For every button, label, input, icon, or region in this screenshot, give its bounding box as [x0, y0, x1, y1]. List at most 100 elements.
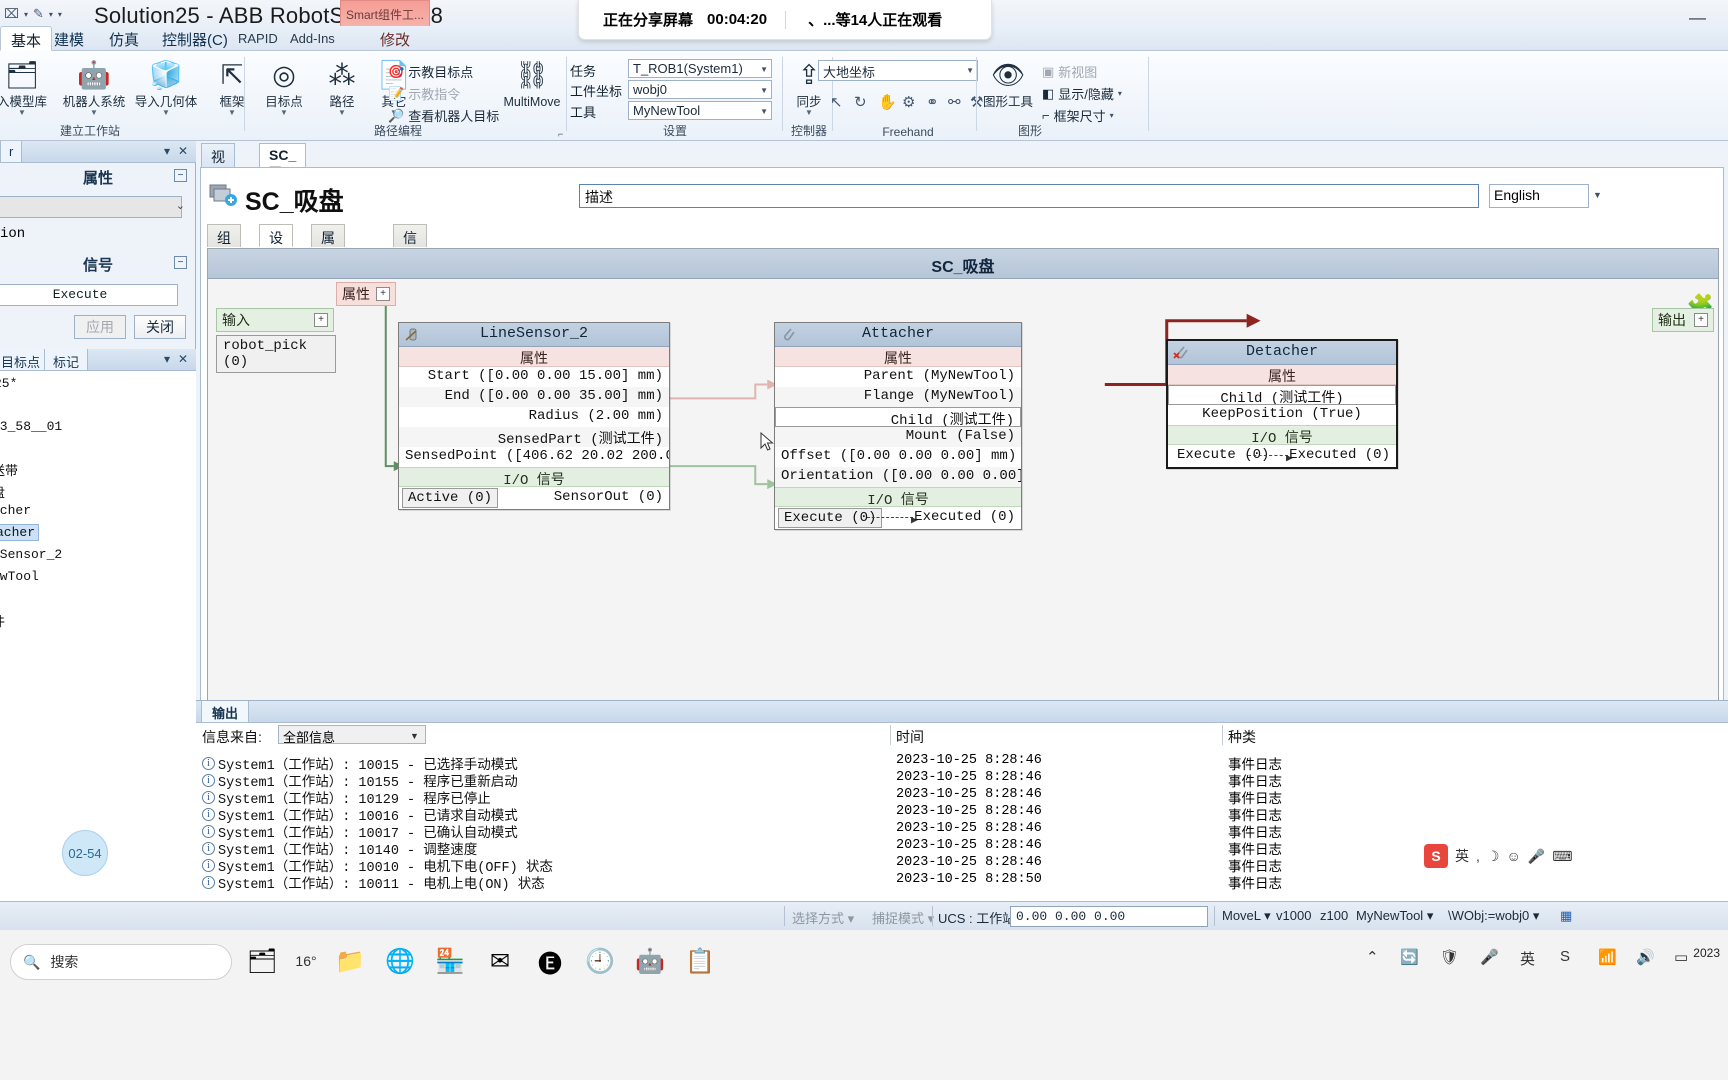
status-motion-type[interactable]: MoveL ▾	[1222, 908, 1271, 924]
tree-item[interactable]: 件	[0, 611, 5, 630]
chevron-down-icon[interactable]: ▾	[24, 10, 28, 19]
design-canvas[interactable]: SC_吸盘 🧩 属性 + 输入 + robot_pick (0) 输出 + Li…	[207, 248, 1719, 768]
add-property-button[interactable]: +	[376, 287, 390, 301]
tree-item[interactable]: ewTool	[0, 569, 39, 584]
node-property-end[interactable]: End ([0.00 0.00 35.00] mm)	[399, 387, 669, 407]
search-input[interactable]: 🔍 搜索	[10, 944, 232, 980]
ime-moon-icon[interactable]: ☽	[1487, 848, 1500, 865]
dialog-launcher-icon[interactable]: ⌐	[558, 129, 563, 139]
tab-kongzhiqi[interactable]: 控制器(C)	[152, 26, 238, 51]
weather-icon[interactable]: 16°	[284, 940, 328, 982]
tab-rapid[interactable]: RAPID	[228, 26, 288, 51]
sogou-icon[interactable]: S	[1560, 948, 1570, 965]
io-output-executed[interactable]: Executed (0)	[914, 509, 1015, 525]
status-zone[interactable]: z100	[1320, 908, 1348, 923]
combo-workobject[interactable]: wobj0 ▼	[628, 80, 772, 99]
button-import-library[interactable]: 🗂 入模型库 ▼	[0, 55, 58, 117]
save-icon[interactable]: ⌧	[4, 6, 19, 22]
notes-icon[interactable]: 📋	[678, 940, 722, 982]
undo-icon[interactable]: ✎	[33, 6, 44, 22]
battery-icon[interactable]: ▭	[1674, 948, 1688, 966]
floating-timer[interactable]: 02-54	[62, 830, 108, 876]
output-tab[interactable]: 输出	[201, 701, 250, 723]
node-property-keepposition[interactable]: KeepPosition (True)	[1168, 405, 1396, 425]
node-property-flange[interactable]: Flange (MyNewTool)	[775, 387, 1021, 407]
customize-icon[interactable]: ▾	[58, 10, 62, 19]
ime-emoji-icon[interactable]: ☺	[1506, 848, 1520, 864]
outputs-pill[interactable]: 输出 +	[1652, 308, 1714, 332]
ime-label[interactable]: 英	[1455, 846, 1469, 866]
chevron-down-icon[interactable]: ▾	[848, 911, 855, 926]
clock-icon[interactable]: 🕘	[578, 940, 622, 982]
sc-tab-design[interactable]: 设计	[259, 224, 293, 266]
hand-icon[interactable]: ✋	[878, 93, 897, 111]
tree-item[interactable]: eSensor_2	[0, 547, 62, 562]
chevron-down-icon[interactable]: ▾	[1110, 111, 1114, 120]
panel-menu-icon[interactable]: ▾	[164, 352, 170, 366]
chevron-down-icon[interactable]: ▾	[1118, 89, 1122, 98]
node-property-start[interactable]: Start ([0.00 0.00 15.00] mm)	[399, 367, 669, 387]
chevron-down-icon[interactable]: ▼	[130, 109, 202, 117]
button-import-geometry[interactable]: 🧊 导入几何体 ▼	[130, 55, 202, 117]
node-io-row[interactable]: Execute (0) ▶ Executed (0)	[775, 507, 1021, 529]
jog-reorient-icon[interactable]: ⚯	[948, 93, 961, 111]
tree-item[interactable]: 送带	[0, 460, 18, 479]
doc-tab-view1[interactable]: 视图1	[201, 143, 235, 203]
log-row[interactable]: i System1（工作站）: 10011 - 电机上电(ON) 状态	[202, 872, 545, 893]
tree-item[interactable]: _3_58__01	[0, 419, 62, 434]
file-explorer-icon[interactable]: 📁	[328, 940, 372, 982]
chevron-down-icon[interactable]: ▾	[1533, 908, 1540, 923]
chevron-down-icon[interactable]: ▾	[1264, 908, 1271, 923]
quick-access-toolbar[interactable]: ⌧ ▾ ✎ ▾ ▾	[4, 6, 62, 22]
ime-punct-icon[interactable]: ,	[1476, 848, 1480, 864]
add-output-button[interactable]: +	[1694, 313, 1708, 327]
io-output-sensorout[interactable]: SensorOut (0)	[554, 489, 663, 505]
combo-task[interactable]: T_ROB1(System1) ▼	[628, 59, 772, 78]
sc-tab-composition[interactable]: 组成	[207, 224, 241, 266]
node-property-radius[interactable]: Radius (2.00 mm)	[399, 407, 669, 427]
tab-fangzhen[interactable]: 仿真	[99, 26, 149, 51]
close-icon[interactable]: ✕	[178, 352, 188, 366]
properties-combo[interactable]	[0, 196, 182, 218]
panel-tab-targets[interactable]: 目标点	[0, 349, 50, 371]
status-select-mode[interactable]: 选择方式 ▾	[792, 908, 854, 927]
jog-linear-icon[interactable]: ⚭	[926, 93, 939, 111]
chevron-down-icon[interactable]: ▾	[1427, 908, 1434, 923]
node-header[interactable]: Attacher	[775, 323, 1021, 347]
move-icon[interactable]: ↖	[830, 93, 843, 111]
combo-tool[interactable]: MyNewTool ▼	[628, 101, 772, 120]
node-property-mount[interactable]: Mount (False)	[775, 427, 1021, 447]
language-combo[interactable]: English	[1489, 184, 1589, 208]
panel-menu-icon[interactable]: ▾	[164, 144, 170, 158]
signal-execute-field[interactable]: Execute	[0, 284, 178, 306]
mail-icon[interactable]: ✉	[478, 940, 522, 982]
tab-xiugai[interactable]: 修改	[370, 26, 420, 51]
tab-addins[interactable]: Add-Ins	[280, 26, 345, 51]
doc-tab-sc[interactable]: SC_吸盘✕	[259, 143, 307, 219]
minimize-button[interactable]: —	[1689, 8, 1706, 28]
store-icon[interactable]: 🏪	[428, 940, 472, 982]
node-property-child[interactable]: Child (测试工件)	[1168, 385, 1396, 405]
description-input[interactable]: 描述	[579, 184, 1479, 208]
collapse-properties-button[interactable]: −	[174, 169, 187, 182]
node-property-sensedpoint[interactable]: SensedPoint ([406.62 20.02 200.00...)	[399, 447, 669, 467]
ime-mic-icon[interactable]: 🎤	[1528, 848, 1545, 865]
chevron-down-icon[interactable]: ▼	[58, 109, 130, 117]
io-output-executed[interactable]: Executed (0)	[1289, 447, 1390, 463]
tree-item[interactable]: 25*	[0, 376, 17, 391]
wifi-icon[interactable]: 📶	[1598, 948, 1617, 966]
io-input-active[interactable]: Active (0)	[402, 488, 499, 508]
node-header[interactable]: LineSensor_2	[399, 323, 669, 347]
button-multimove[interactable]: ⛓ MultiMove	[496, 55, 568, 109]
ime-keyboard-icon[interactable]: ⌨	[1552, 848, 1572, 865]
chevron-down-icon[interactable]: ▼	[0, 109, 58, 117]
status-snap-mode[interactable]: 捕捉模式 ▾	[872, 908, 934, 927]
microphone-icon[interactable]: 🎤	[1480, 948, 1499, 966]
button-teach-target[interactable]: 🎯 示教目标点	[388, 62, 473, 81]
chevron-down-icon[interactable]: ▾	[928, 911, 935, 926]
button-robot-system[interactable]: 🤖 机器人系统 ▼	[58, 55, 130, 117]
tab-jianmo[interactable]: 建模	[44, 26, 94, 51]
chevron-down-icon[interactable]: ▾	[49, 10, 53, 19]
chevron-down-icon[interactable]: ▼	[760, 107, 768, 116]
node-property-orientation[interactable]: Orientation ([0.00 0.00 0.00] deg)	[775, 467, 1021, 487]
